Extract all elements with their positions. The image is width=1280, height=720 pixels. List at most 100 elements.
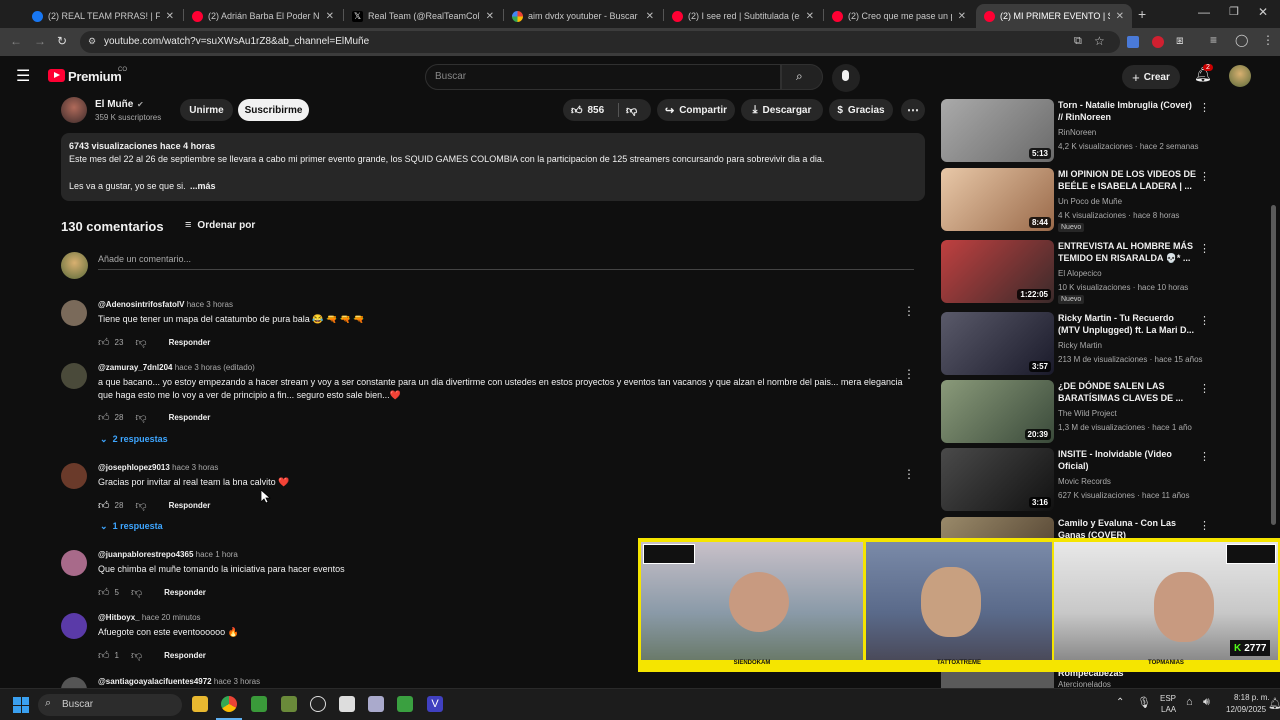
browser-tab[interactable]: (2) REAL TEAM PRRAS! | Facebo ✕ bbox=[24, 4, 182, 28]
comment-menu-icon[interactable]: ⋮ bbox=[903, 304, 915, 318]
video-thumbnail[interactable]: 20:39 bbox=[941, 380, 1054, 443]
dislike-icon[interactable]: 👎︎ bbox=[131, 649, 142, 662]
comment-menu-icon[interactable]: ⋮ bbox=[903, 367, 915, 381]
recommended-video[interactable]: 8:44 MI OPINION DE LOS VIDEOS DE BEÉLE e… bbox=[941, 168, 1221, 232]
youtube-logo-icon[interactable] bbox=[48, 69, 65, 82]
comment-time[interactable]: hace 3 horas bbox=[187, 300, 233, 309]
video-channel[interactable]: Atercionelados bbox=[1058, 680, 1111, 688]
dislike-icon[interactable]: 👎︎ bbox=[135, 336, 146, 349]
commenter-avatar[interactable] bbox=[61, 550, 87, 576]
page-scrollbar[interactable] bbox=[1271, 205, 1276, 525]
close-icon[interactable]: ✕ bbox=[1116, 11, 1124, 22]
video-menu-icon[interactable]: ⋮ bbox=[1199, 242, 1210, 255]
network-icon[interactable]: ⌂ bbox=[1186, 696, 1193, 708]
site-info-icon[interactable]: ⚙ bbox=[88, 36, 96, 47]
video-channel[interactable]: RinNoreen bbox=[1058, 128, 1096, 137]
video-thumbnail[interactable]: 3:57 bbox=[941, 312, 1054, 375]
chrome-icon[interactable] bbox=[221, 696, 237, 712]
video-title[interactable]: Ricky Martin - Tu Recuerdo (MTV Unplugge… bbox=[1058, 312, 1198, 336]
browser-tab[interactable]: (2) I see red | Subtitulada (espa ✕ bbox=[664, 4, 822, 28]
language-indicator[interactable]: ESP bbox=[1160, 694, 1176, 703]
dislike-icon[interactable]: 👎︎ bbox=[135, 411, 146, 424]
microphone-tray-icon[interactable]: 🎙︎ bbox=[1137, 696, 1151, 709]
calculator-icon[interactable] bbox=[368, 696, 384, 712]
reply-button[interactable]: Responder bbox=[169, 501, 211, 510]
thanks-button[interactable]: $ Gracias bbox=[829, 99, 893, 121]
comment-author[interactable]: @AdenosintrifosfatoIV bbox=[98, 300, 184, 309]
volume-icon[interactable]: 🔊︎ bbox=[1203, 696, 1210, 709]
video-menu-icon[interactable]: ⋮ bbox=[1199, 314, 1210, 327]
browser-tab[interactable]: (2) Creo que me pase un poqu ✕ bbox=[824, 4, 974, 28]
taskbar-search-input[interactable]: ⌕ Buscar bbox=[38, 694, 182, 716]
video-thumbnail[interactable]: 8:44 bbox=[941, 168, 1054, 231]
commenter-avatar[interactable] bbox=[61, 677, 87, 688]
commenter-avatar[interactable] bbox=[61, 613, 87, 639]
search-input[interactable]: Buscar bbox=[425, 64, 781, 90]
comment-time[interactable]: hace 20 minutos bbox=[142, 613, 201, 622]
like-icon[interactable]: 👍︎ bbox=[98, 649, 110, 662]
cast-icon[interactable]: ⧉ bbox=[1074, 35, 1082, 48]
premium-logo-text[interactable]: Premium bbox=[68, 69, 122, 84]
address-bar[interactable]: ⚙ youtube.com/watch?v=suXWsAu1rZ8&ab_cha… bbox=[80, 31, 1120, 53]
video-title[interactable]: INSITE - Inolvidable (Video Oficial) bbox=[1058, 448, 1198, 472]
xbox-app-icon[interactable] bbox=[251, 696, 267, 712]
video-channel[interactable]: El Alopecico bbox=[1058, 269, 1102, 278]
browser-tab[interactable]: aim dvdx youtuber - Buscar con ✕ bbox=[504, 4, 662, 28]
reply-button[interactable]: Responder bbox=[169, 413, 211, 422]
add-comment-input[interactable]: Añade un comentario... bbox=[98, 252, 914, 270]
video-channel[interactable]: Ricky Martin bbox=[1058, 341, 1102, 350]
video-menu-icon[interactable]: ⋮ bbox=[1199, 170, 1210, 183]
video-title[interactable]: MI OPINION DE LOS VIDEOS DE BEÉLE e ISAB… bbox=[1058, 168, 1198, 192]
view-replies-button[interactable]: ⌄ 2 respuestas bbox=[100, 434, 168, 445]
reload-icon[interactable]: ↻ bbox=[57, 34, 67, 48]
like-icon[interactable]: 👍︎ bbox=[98, 336, 110, 349]
obs-icon[interactable] bbox=[397, 696, 413, 712]
comment-menu-icon[interactable]: ⋮ bbox=[903, 467, 915, 481]
close-icon[interactable]: ✕ bbox=[958, 11, 966, 22]
extension-icon[interactable] bbox=[1152, 36, 1164, 48]
notepad-icon[interactable] bbox=[339, 696, 355, 712]
forward-icon[interactable]: → bbox=[34, 34, 46, 48]
video-title[interactable]: Torn - Natalie Imbruglia (Cover) // RinN… bbox=[1058, 99, 1198, 123]
commenter-avatar[interactable] bbox=[61, 463, 87, 489]
reply-button[interactable]: Responder bbox=[164, 588, 206, 597]
channel-name[interactable]: El Muñe bbox=[95, 99, 133, 110]
keyboard-layout-indicator[interactable]: LAA bbox=[1161, 705, 1176, 714]
comment-author[interactable]: @zamuray_7dnl204 bbox=[98, 363, 173, 372]
comment-time[interactable]: hace 3 horas bbox=[214, 677, 260, 686]
share-button[interactable]: ↪ Compartir bbox=[657, 99, 735, 121]
video-channel[interactable]: Un Poco de Muñe bbox=[1058, 197, 1122, 206]
recommended-video[interactable]: 3:57 Ricky Martin - Tu Recuerdo (MTV Unp… bbox=[941, 312, 1221, 376]
video-title[interactable]: ENTREVISTA AL HOMBRE MÁS TEMIDO EN RISAR… bbox=[1058, 240, 1198, 264]
commenter-avatar[interactable] bbox=[61, 300, 87, 326]
close-icon[interactable]: ✕ bbox=[166, 11, 174, 22]
video-title[interactable]: ¿DE DÓNDE SALEN LAS BARATÍSIMAS CLAVES D… bbox=[1058, 380, 1198, 404]
channel-avatar[interactable] bbox=[61, 97, 87, 123]
file-explorer-icon[interactable] bbox=[192, 696, 208, 712]
like-icon[interactable]: 👍︎ bbox=[98, 411, 110, 424]
translate-extension-icon[interactable] bbox=[1127, 36, 1139, 48]
reply-button[interactable]: Responder bbox=[169, 338, 211, 347]
subscribe-button[interactable]: Suscribirme bbox=[238, 99, 309, 121]
video-thumbnail[interactable]: 3:16 bbox=[941, 448, 1054, 511]
browser-tab[interactable]: 𝕏 Real Team (@RealTeamCol) / X ✕ bbox=[344, 4, 502, 28]
video-thumbnail[interactable]: 1:22:05 bbox=[941, 240, 1054, 303]
menu-kebab-icon[interactable]: ⋮ bbox=[1262, 33, 1274, 47]
recommended-video[interactable]: 5:13 Torn - Natalie Imbruglia (Cover) //… bbox=[941, 99, 1221, 163]
bookmark-star-icon[interactable]: ☆ bbox=[1094, 34, 1105, 48]
join-button[interactable]: Unirme bbox=[180, 99, 233, 121]
voice-search-button[interactable] bbox=[832, 64, 860, 92]
close-icon[interactable]: ✕ bbox=[326, 11, 334, 22]
video-menu-icon[interactable]: ⋮ bbox=[1199, 382, 1210, 395]
recommended-video[interactable]: 20:39 ¿DE DÓNDE SALEN LAS BARATÍSIMAS CL… bbox=[941, 380, 1221, 444]
video-channel[interactable]: The Wild Project bbox=[1058, 409, 1117, 418]
like-icon-filled[interactable]: 👍︎ bbox=[98, 499, 110, 512]
dislike-icon[interactable]: 👎︎ bbox=[626, 104, 637, 117]
commenter-avatar[interactable] bbox=[61, 363, 87, 389]
video-menu-icon[interactable]: ⋮ bbox=[1199, 450, 1210, 463]
recommended-video[interactable]: 3:16 INSITE - Inolvidable (Video Oficial… bbox=[941, 448, 1221, 512]
notifications-tray-icon[interactable]: 🔔︎ bbox=[1268, 697, 1280, 710]
video-channel[interactable]: Movic Records bbox=[1058, 477, 1111, 486]
comment-author[interactable]: @josephlopez9013 bbox=[98, 463, 170, 472]
media-icon[interactable]: ≡ bbox=[1210, 33, 1217, 47]
